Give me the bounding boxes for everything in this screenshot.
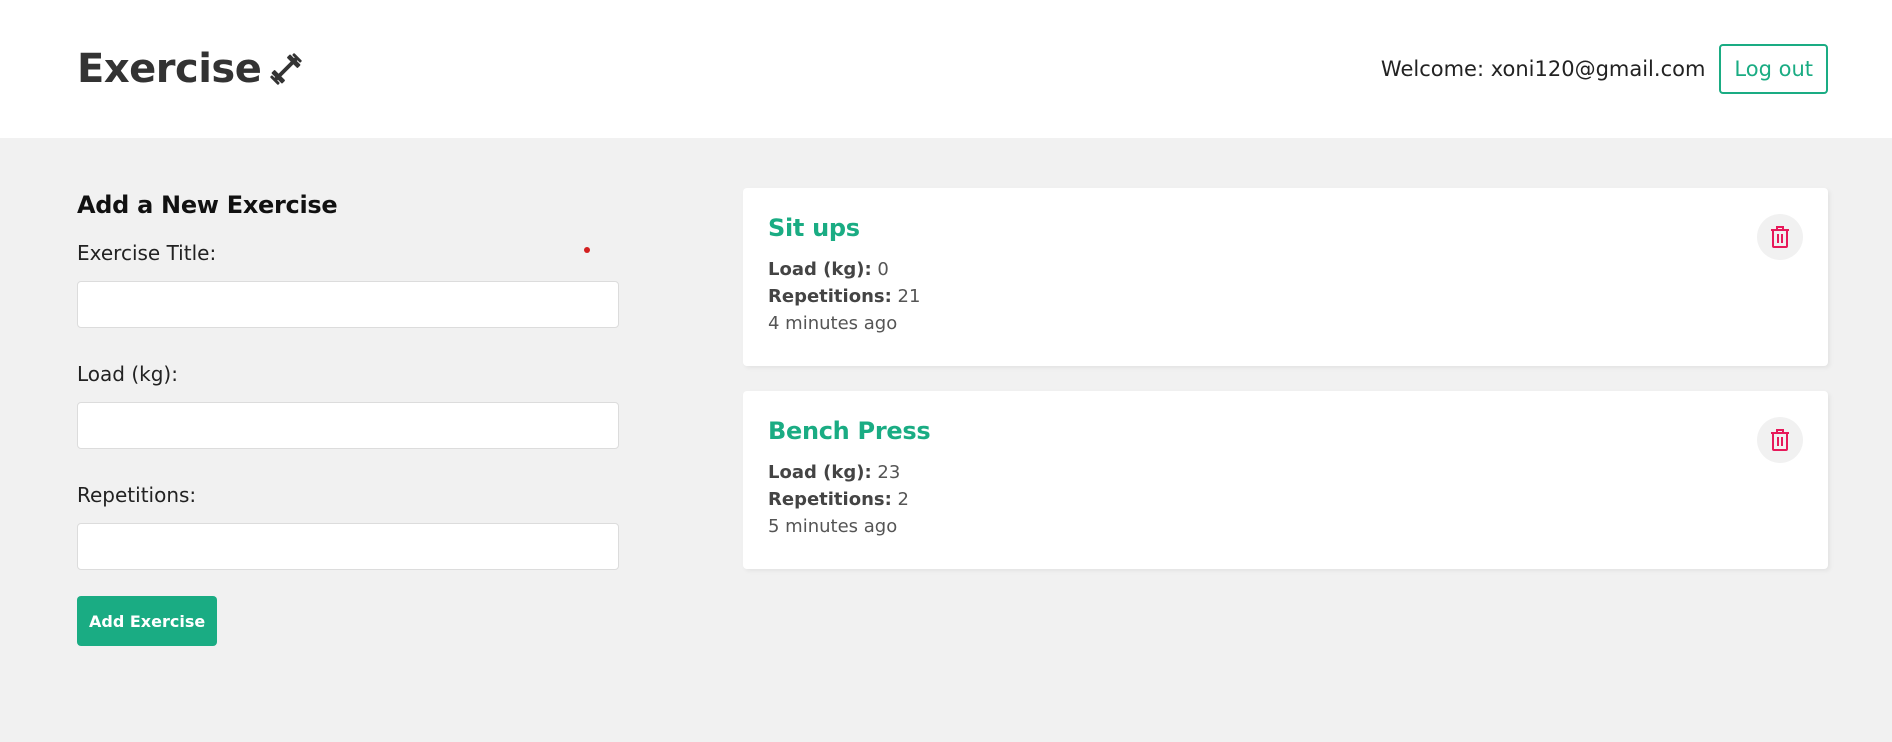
reps-value: 2: [897, 489, 909, 510]
add-exercise-button[interactable]: Add Exercise: [77, 596, 218, 646]
load-value: 23: [877, 462, 901, 483]
cursor-dot: [584, 247, 590, 253]
reps-key: Repetitions:: [768, 489, 892, 510]
load-key: Load (kg):: [768, 462, 872, 483]
exercise-title: Bench Press: [768, 417, 931, 445]
exercise-time: 4 minutes ago: [768, 313, 898, 334]
load-label: Load (kg):: [77, 362, 178, 386]
title-label: Exercise Title:: [77, 241, 217, 265]
exercise-title: Sit ups: [768, 214, 860, 242]
logout-button[interactable]: Log out: [1719, 44, 1828, 94]
exercise-reps: Repetitions: 21: [768, 283, 1803, 310]
trash-icon: [1771, 226, 1789, 248]
exercise-list: Sit ups Load (kg): 0 Repetitions: 21 4 m…: [743, 188, 1828, 646]
brand-title: Exercise: [77, 46, 262, 92]
exercise-reps: Repetitions: 2: [768, 486, 1803, 513]
reps-key: Repetitions:: [768, 286, 892, 307]
reps-label: Repetitions:: [77, 483, 197, 507]
title-input[interactable]: [77, 281, 619, 328]
add-exercise-form: Add a New Exercise Exercise Title: Load …: [77, 188, 619, 646]
load-key: Load (kg):: [768, 259, 872, 280]
form-heading: Add a New Exercise: [77, 191, 338, 219]
welcome-text: Welcome: xoni120@gmail.com: [1380, 57, 1706, 81]
exercise-time: 5 minutes ago: [768, 516, 898, 537]
reps-input[interactable]: [77, 523, 619, 570]
exercise-load: Load (kg): 0: [768, 256, 1803, 283]
delete-button[interactable]: [1757, 417, 1803, 463]
exercise-load: Load (kg): 23: [768, 459, 1803, 486]
dumbbell-icon: [270, 53, 303, 85]
app-header: Exercise Welcome: xoni120@gmail.com Log …: [0, 0, 1892, 138]
main-content: Add a New Exercise Exercise Title: Load …: [0, 138, 1892, 646]
exercise-card: Bench Press Load (kg): 23 Repetitions: 2…: [743, 391, 1828, 569]
trash-icon: [1771, 429, 1789, 451]
delete-button[interactable]: [1757, 214, 1803, 260]
load-value: 0: [877, 259, 889, 280]
reps-value: 21: [897, 286, 921, 307]
brand-logo[interactable]: Exercise: [77, 46, 305, 92]
exercise-card: Sit ups Load (kg): 0 Repetitions: 21 4 m…: [743, 188, 1828, 366]
user-box: Welcome: xoni120@gmail.com Log out: [1381, 44, 1828, 94]
load-input[interactable]: [77, 402, 619, 449]
